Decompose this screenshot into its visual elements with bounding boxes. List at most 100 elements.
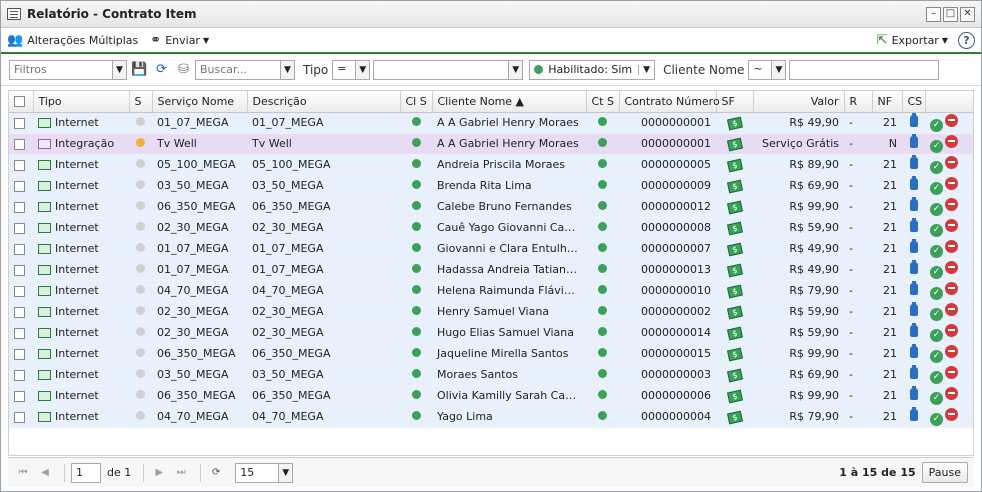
user-icon[interactable] bbox=[909, 385, 918, 400]
user-icon[interactable] bbox=[909, 196, 918, 211]
remove-icon[interactable] bbox=[945, 176, 958, 190]
column-header-nf[interactable]: NF bbox=[872, 91, 903, 113]
client-value-input[interactable] bbox=[790, 60, 939, 79]
table-row[interactable]: Integração Tv Well Tv Well A A Gabriel Henr… bbox=[9, 133, 973, 155]
client-operator-select[interactable]: ~ ▼ bbox=[748, 59, 787, 80]
row-checkbox[interactable] bbox=[14, 264, 25, 276]
row-select-cell[interactable] bbox=[9, 112, 33, 134]
remove-icon[interactable] bbox=[945, 134, 958, 148]
row-checkbox[interactable] bbox=[14, 201, 25, 213]
row-select-cell[interactable] bbox=[9, 301, 33, 323]
search-combo[interactable]: ▼ bbox=[195, 59, 295, 80]
table-row[interactable]: Internet 06_350_MEGA 06_350_MEGA Olivia Kam… bbox=[9, 385, 973, 407]
remove-icon[interactable] bbox=[945, 155, 958, 169]
remove-icon[interactable] bbox=[945, 344, 958, 358]
row-checkbox[interactable] bbox=[14, 390, 25, 402]
row-select-cell[interactable] bbox=[9, 343, 33, 365]
row-select-cell[interactable] bbox=[9, 196, 33, 218]
refresh-icon[interactable]: ⟳ bbox=[207, 464, 225, 482]
last-page-icon[interactable]: ⏭ bbox=[172, 464, 190, 482]
user-icon[interactable] bbox=[909, 238, 918, 253]
approve-icon[interactable]: ✓ bbox=[930, 223, 943, 237]
user-icon[interactable] bbox=[909, 364, 918, 379]
approve-icon[interactable]: ✓ bbox=[930, 160, 943, 174]
remove-icon[interactable] bbox=[945, 197, 958, 211]
select-all-header[interactable] bbox=[9, 91, 34, 113]
row-checkbox[interactable] bbox=[14, 159, 25, 171]
minimize-button[interactable]: – bbox=[926, 6, 941, 22]
approve-icon[interactable]: ✓ bbox=[930, 412, 943, 426]
row-select-cell[interactable] bbox=[9, 322, 33, 344]
enabled-select[interactable]: Habilitado: Sim ▼ bbox=[529, 59, 656, 80]
table-row[interactable]: Internet 01_07_MEGA 01_07_MEGA A A Gabriel … bbox=[9, 112, 973, 134]
remove-icon[interactable] bbox=[945, 113, 958, 127]
user-icon[interactable] bbox=[909, 217, 918, 232]
approve-icon[interactable]: ✓ bbox=[930, 286, 943, 300]
row-checkbox[interactable] bbox=[14, 180, 25, 192]
table-row[interactable]: Internet 02_30_MEGA 02_30_MEGA Hugo Elias S… bbox=[9, 322, 973, 344]
approve-icon[interactable]: ✓ bbox=[930, 307, 943, 321]
remove-icon[interactable] bbox=[945, 407, 958, 421]
select-all-checkbox[interactable] bbox=[14, 96, 25, 108]
row-select-cell[interactable] bbox=[9, 133, 33, 155]
row-checkbox[interactable] bbox=[14, 285, 25, 297]
approve-icon[interactable]: ✓ bbox=[930, 391, 943, 405]
table-row[interactable]: Internet 06_350_MEGA 06_350_MEGA Calebe Bru… bbox=[9, 196, 973, 218]
column-header-servico[interactable]: Serviço Nome bbox=[152, 91, 248, 113]
pause-button[interactable]: Pause bbox=[921, 462, 968, 483]
table-row[interactable]: Internet 04_70_MEGA 04_70_MEGA Yago Lima 000… bbox=[9, 406, 973, 428]
remove-icon[interactable] bbox=[945, 386, 958, 400]
close-button[interactable]: ✕ bbox=[960, 6, 975, 22]
chevron-down-icon[interactable]: ▼ bbox=[508, 60, 523, 79]
row-checkbox[interactable] bbox=[14, 411, 25, 423]
approve-icon[interactable]: ✓ bbox=[930, 265, 943, 279]
table-row[interactable]: Internet 01_07_MEGA 01_07_MEGA Giovanni e C… bbox=[9, 238, 973, 260]
row-checkbox[interactable] bbox=[14, 327, 25, 339]
table-row[interactable]: Internet 03_50_MEGA 03_50_MEGA Moraes Santo… bbox=[9, 364, 973, 386]
row-checkbox[interactable] bbox=[14, 306, 25, 318]
filters-input[interactable] bbox=[10, 60, 112, 79]
remove-icon[interactable] bbox=[945, 365, 958, 379]
search-input[interactable] bbox=[196, 60, 280, 79]
chevron-down-icon[interactable]: ▼ bbox=[112, 60, 126, 79]
user-icon[interactable] bbox=[909, 280, 918, 295]
next-page-icon[interactable]: ▶ bbox=[150, 464, 168, 482]
user-icon[interactable] bbox=[909, 259, 918, 274]
column-header-r[interactable]: R bbox=[844, 91, 873, 113]
table-row[interactable]: Internet 03_50_MEGA 03_50_MEGA Brenda Rita … bbox=[9, 175, 973, 197]
row-checkbox[interactable] bbox=[14, 222, 25, 234]
row-select-cell[interactable] bbox=[9, 238, 33, 260]
approve-icon[interactable]: ✓ bbox=[930, 244, 943, 258]
row-select-cell[interactable] bbox=[9, 154, 33, 176]
row-checkbox[interactable] bbox=[14, 348, 25, 360]
page-size-select[interactable]: 15 ▼ bbox=[235, 462, 294, 483]
row-select-cell[interactable] bbox=[9, 406, 33, 428]
remove-icon[interactable] bbox=[945, 281, 958, 295]
row-select-cell[interactable] bbox=[9, 175, 33, 197]
table-row[interactable]: Internet 04_70_MEGA 04_70_MEGA Helena Raimu… bbox=[9, 280, 973, 302]
column-header-cs[interactable]: CS bbox=[902, 91, 926, 113]
approve-icon[interactable]: ✓ bbox=[930, 139, 943, 153]
approve-icon[interactable]: ✓ bbox=[930, 349, 943, 363]
remove-icon[interactable] bbox=[945, 302, 958, 316]
row-select-cell[interactable] bbox=[9, 259, 33, 281]
row-checkbox[interactable] bbox=[14, 117, 25, 129]
column-header-s[interactable]: S bbox=[129, 91, 153, 113]
send-button[interactable]: ⚭ Enviar ▼ bbox=[150, 33, 209, 48]
column-header-valor[interactable]: Valor bbox=[753, 91, 845, 113]
user-icon[interactable] bbox=[909, 406, 918, 421]
user-icon[interactable] bbox=[909, 112, 918, 127]
row-checkbox[interactable] bbox=[14, 369, 25, 381]
table-row[interactable]: Internet 02_30_MEGA 02_30_MEGA Henry Samuel… bbox=[9, 301, 973, 323]
user-icon[interactable] bbox=[909, 175, 918, 190]
chevron-down-icon[interactable]: ▼ bbox=[771, 60, 786, 79]
type-value-select[interactable]: ▼ bbox=[373, 59, 524, 80]
column-header-descricao[interactable]: Descrição bbox=[247, 91, 401, 113]
row-select-cell[interactable] bbox=[9, 364, 33, 386]
table-row[interactable]: Internet 02_30_MEGA 02_30_MEGA Cauê Yago Gi… bbox=[9, 217, 973, 239]
user-icon[interactable] bbox=[909, 322, 918, 337]
column-header-tipo[interactable]: Tipo bbox=[33, 91, 130, 113]
chevron-down-icon[interactable]: ▼ bbox=[278, 463, 293, 482]
approve-icon[interactable]: ✓ bbox=[930, 328, 943, 342]
row-checkbox[interactable] bbox=[14, 243, 25, 255]
